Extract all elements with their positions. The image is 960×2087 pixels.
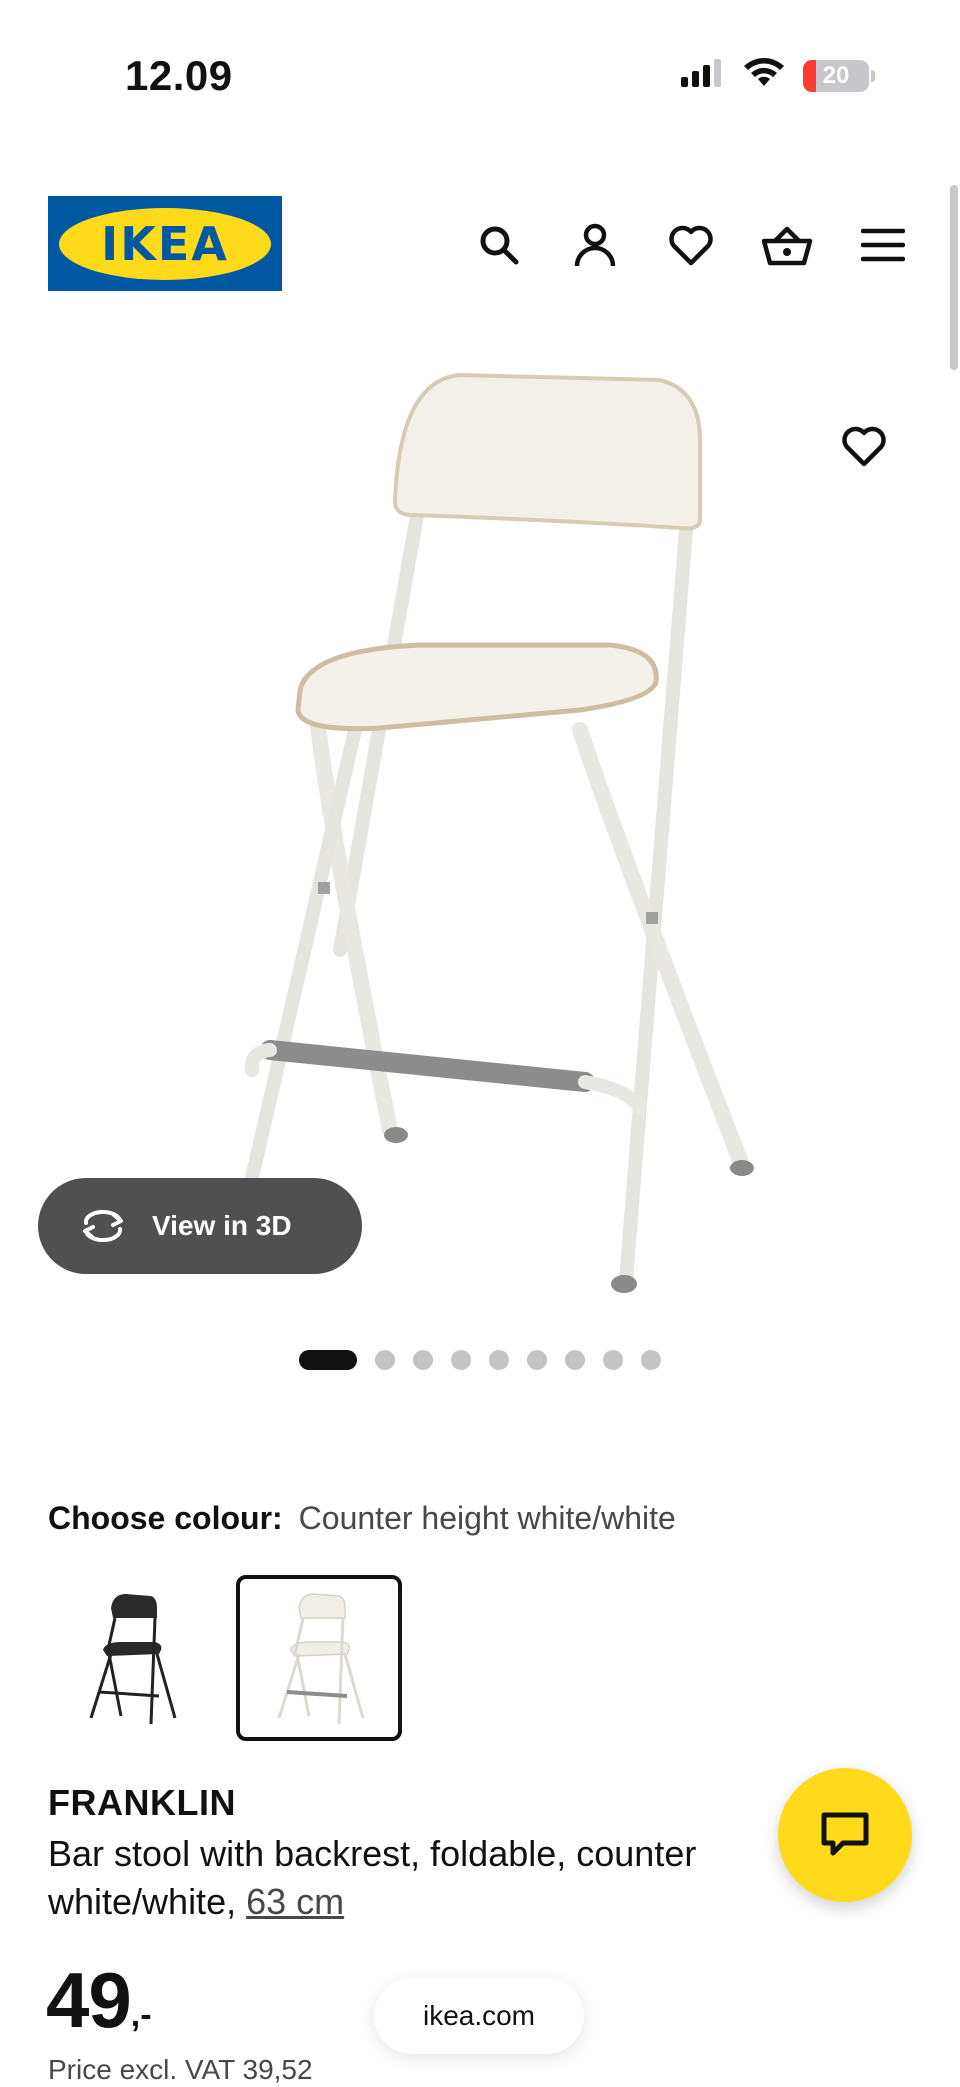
menu-icon [861, 228, 905, 262]
header-icons [470, 216, 912, 274]
gallery-dot[interactable] [299, 1350, 357, 1370]
product-favourite-button[interactable] [832, 414, 896, 478]
status-time: 12.09 [125, 52, 233, 99]
price-suffix: ,- [130, 1996, 152, 2034]
site-header: IKEA [0, 190, 960, 300]
wifi-icon [743, 58, 785, 93]
product-price: 49 ,- [46, 1960, 152, 2040]
gallery-dot[interactable] [489, 1350, 509, 1370]
account-icon [574, 223, 616, 267]
price-integer: 49 [46, 1956, 132, 2044]
gallery-pagination [0, 1350, 960, 1370]
battery-fill [803, 59, 817, 92]
rotate-3d-icon [83, 1209, 123, 1243]
product-description-text: Bar stool with backrest, foldable, count… [48, 1833, 697, 1922]
battery-cap [871, 69, 875, 82]
colour-selector-label: Choose colour: Counter height white/white [48, 1500, 676, 1537]
battery-icon: 20 [803, 59, 869, 92]
chat-icon [821, 1812, 869, 1856]
product-name: FRANKLIN [48, 1782, 236, 1823]
basket-button[interactable] [758, 216, 816, 274]
heart-icon [669, 225, 713, 266]
swatch-white[interactable] [236, 1575, 402, 1741]
view-in-3d-label: View in 3D [152, 1210, 292, 1241]
favourites-button[interactable] [662, 216, 720, 274]
gallery-dot[interactable] [641, 1350, 661, 1370]
product-description: Bar stool with backrest, foldable, count… [48, 1830, 788, 1926]
gallery-dot[interactable] [375, 1350, 395, 1370]
browser-url: ikea.com [422, 2000, 536, 2031]
logo-text: IKEA [101, 216, 229, 271]
basket-icon [761, 226, 813, 266]
search-icon [480, 226, 519, 265]
swatch-black[interactable] [48, 1575, 214, 1741]
gallery-dot[interactable] [413, 1350, 433, 1370]
signal-icon [681, 59, 725, 92]
colour-value: Counter height white/white [298, 1500, 676, 1536]
status-icons: 20 [681, 58, 875, 93]
colour-swatches [48, 1575, 402, 1741]
product-image[interactable] [0, 330, 960, 1310]
search-button[interactable] [470, 216, 528, 274]
black-stool-thumbnail [89, 1594, 177, 1725]
status-bar: 12.09 20 [0, 0, 960, 140]
white-stool-thumbnail [277, 1593, 365, 1725]
bar-stool-image [233, 372, 754, 1293]
product-size-link[interactable]: 63 cm [246, 1881, 344, 1922]
gallery-dot[interactable] [451, 1350, 471, 1370]
gallery-dot[interactable] [565, 1350, 585, 1370]
colour-label: Choose colour: [48, 1500, 283, 1536]
browser-url-bar[interactable]: ikea.com [374, 1978, 584, 2054]
heart-icon [842, 426, 886, 467]
gallery-dot[interactable] [527, 1350, 547, 1370]
view-in-3d-button[interactable]: View in 3D [38, 1178, 362, 1274]
account-button[interactable] [566, 216, 624, 274]
logo-oval: IKEA [59, 207, 271, 280]
ikea-logo[interactable]: IKEA [48, 196, 282, 291]
chat-button[interactable] [778, 1768, 912, 1902]
menu-button[interactable] [854, 216, 912, 274]
gallery-dot[interactable] [603, 1350, 623, 1370]
price-excl-vat: Price excl. VAT 39,52 [48, 2054, 313, 2085]
battery-level: 20 [822, 61, 850, 89]
